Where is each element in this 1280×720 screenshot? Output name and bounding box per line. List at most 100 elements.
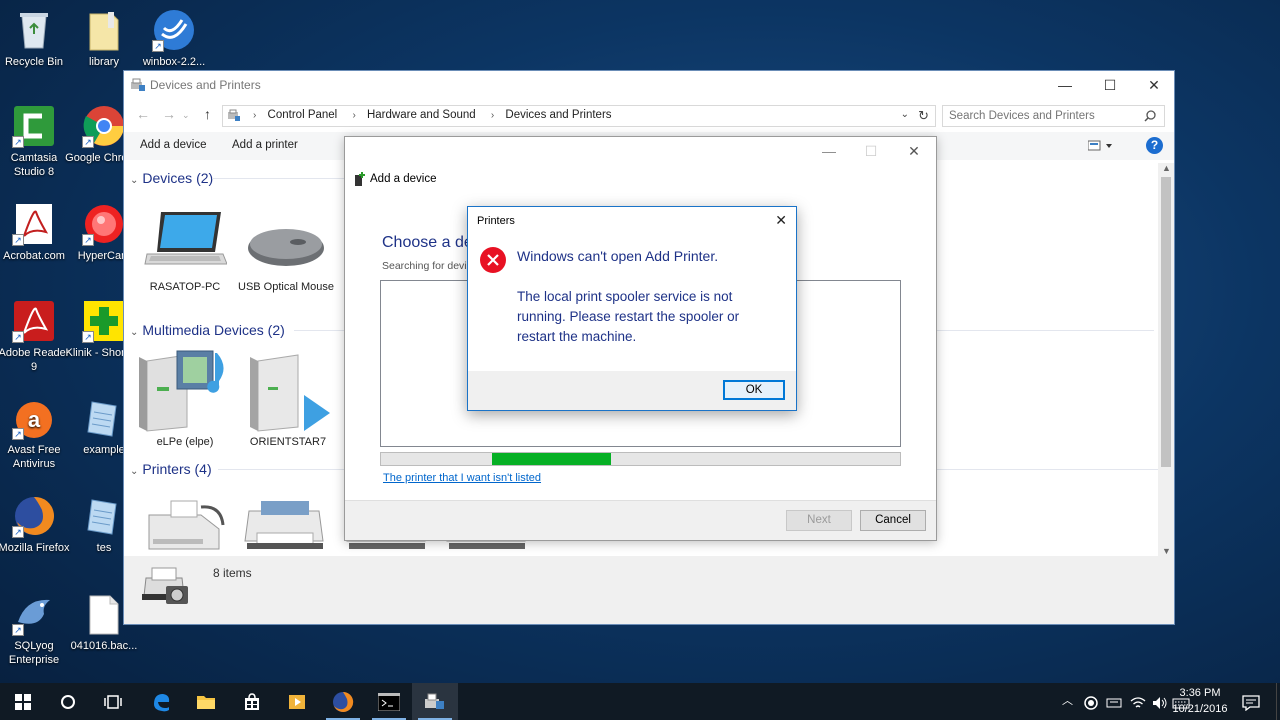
add-printer-button[interactable]: Add a printer [232, 139, 298, 151]
wifi-icon[interactable] [1130, 683, 1146, 720]
desktop-icon-adobe-reader[interactable]: ↗ Adobe Reader 9 [0, 299, 74, 374]
task-view-button[interactable] [90, 683, 136, 720]
breadcrumb-control-panel[interactable]: Control Panel [268, 109, 338, 121]
taskbar-devices-and-printers[interactable] [412, 683, 458, 720]
printer-2[interactable] [240, 495, 336, 565]
start-button[interactable] [0, 683, 46, 720]
up-arrow-icon[interactable]: ↑ [204, 106, 211, 122]
scroll-up-icon[interactable]: ▲ [1162, 163, 1171, 173]
device-label: eLPe (elpe) [156, 436, 214, 448]
group-header-printers[interactable]: ⌄ Printers (4) [130, 461, 212, 477]
network-device-icon[interactable] [1106, 683, 1122, 720]
scroll-down-icon[interactable]: ▼ [1162, 546, 1171, 556]
desktop-icon-label: Camtasia Studio 8 [10, 152, 58, 178]
acrobat-icon: ↗ [12, 202, 56, 246]
taskbar-command-prompt[interactable] [366, 683, 412, 720]
clock-time: 3:36 PM [1179, 687, 1221, 699]
search-box[interactable] [942, 105, 1165, 127]
desktop-icon-recycle-bin[interactable]: Recycle Bin [0, 8, 74, 69]
device-label: RASATOP-PC [149, 281, 221, 293]
address-bar[interactable]: › Control Panel › Hardware and Sound › D… [222, 105, 936, 127]
add-device-button[interactable]: Add a device [140, 139, 207, 151]
printer-fax[interactable] [138, 495, 234, 565]
refresh-icon[interactable]: ↻ [918, 108, 929, 124]
add-device-icon [353, 171, 367, 190]
device-usb-optical-mouse[interactable]: USB Optical Mouse [238, 206, 334, 294]
search-progress-bar [380, 452, 901, 466]
group-header-devices[interactable]: ⌄ Devices (2) [130, 170, 213, 186]
wizard-footer: Next Cancel [345, 500, 936, 540]
taskbar-store[interactable] [229, 683, 275, 720]
close-button[interactable]: ✕ [1132, 71, 1176, 99]
chevron-down-icon[interactable]: ⌄ [901, 109, 909, 120]
printers-error-dialog: Printers ✕ Windows can't open Add Printe… [467, 206, 797, 411]
chevron-down-icon: ⌄ [130, 327, 139, 338]
desktop-icon-sqlyog[interactable]: ↗ SQLyog Enterprise [0, 592, 74, 667]
device-label: USB Optical Mouse [238, 281, 334, 293]
details-pane: 8 items [124, 556, 1174, 624]
desktop-icon-winbox[interactable]: ↗ winbox-2.2... [134, 8, 214, 69]
back-arrow-icon[interactable]: ← [136, 106, 150, 122]
taskbar-media-player[interactable] [274, 683, 320, 720]
close-button[interactable]: ✕ [892, 137, 936, 165]
volume-icon[interactable] [1152, 683, 1168, 720]
devices-printers-icon [425, 693, 444, 709]
desktop-icon-acrobat[interactable]: ↗ Acrobat.com [0, 202, 74, 263]
camtasia-icon: ↗ [12, 104, 56, 148]
desktop-icon-label: library [89, 56, 119, 68]
maximize-button[interactable]: ☐ [1088, 71, 1132, 99]
command-prompt-icon [378, 692, 400, 711]
chevron-down-icon: ⌄ [130, 466, 139, 477]
breadcrumb-devices-and-printers[interactable]: Devices and Printers [505, 109, 611, 121]
svg-text:a: a [28, 407, 41, 432]
taskbar-firefox[interactable] [320, 683, 366, 720]
vertical-scrollbar[interactable]: ▲ ▼ [1158, 163, 1174, 556]
clock[interactable]: 3:36 PM 10/21/2016 [1170, 685, 1230, 717]
recent-locations-icon[interactable]: ⌄ [182, 110, 190, 121]
error-detail-text: The local print spooler service is not r… [517, 289, 740, 344]
breadcrumb-hardware-and-sound[interactable]: Hardware and Sound [367, 109, 476, 121]
minimize-button[interactable]: — [1043, 71, 1087, 99]
devices-printers-icon [130, 78, 146, 95]
show-desktop-button[interactable] [1276, 683, 1280, 720]
device-orientstar7[interactable]: ORIENTSTAR7 [240, 347, 336, 449]
cancel-button[interactable]: Cancel [860, 510, 926, 531]
show-hidden-icons-chevron-icon[interactable]: ︿ [1062, 683, 1073, 720]
help-icon[interactable]: ? [1146, 137, 1163, 154]
group-header-multimedia-devices[interactable]: ⌄ Multimedia Devices (2) [130, 322, 285, 338]
search-input[interactable] [943, 106, 1133, 126]
view-options-icon[interactable] [1087, 140, 1114, 155]
adobe-reader-icon: ↗ [12, 299, 56, 343]
desktop-icon-avast[interactable]: a ↗ Avast Free Antivirus [0, 396, 74, 471]
recycle-bin-icon [12, 8, 56, 52]
document-icon [82, 494, 126, 538]
forward-arrow-icon[interactable]: → [162, 106, 176, 122]
printer-icon [244, 501, 324, 549]
record-icon[interactable] [1084, 683, 1098, 720]
store-icon [245, 692, 259, 710]
desktop-icon-firefox[interactable]: ↗ Mozilla Firefox [0, 494, 74, 555]
search-button[interactable] [45, 683, 91, 720]
window-titlebar[interactable]: Devices and Printers — ☐ ✕ [124, 71, 1174, 100]
chrome-icon: ↗ [82, 104, 126, 148]
taskbar-edge[interactable] [138, 683, 184, 720]
wizard-title: Add a device [370, 173, 437, 185]
desktop-icon-label: winbox-2.2... [142, 56, 206, 68]
printer-not-listed-link[interactable]: The printer that I want isn't listed [383, 472, 541, 484]
firefox-icon [333, 691, 354, 712]
desktop-icon-camtasia[interactable]: ↗ Camtasia Studio 8 [0, 104, 74, 179]
close-button[interactable]: ✕ [775, 212, 787, 229]
device-rasatop-pc[interactable]: RASATOP-PC [137, 206, 233, 294]
avast-icon: a ↗ [12, 396, 56, 440]
device-elpe[interactable]: eLPe (elpe) [137, 347, 233, 449]
media-renderer-icon [240, 347, 336, 435]
minimize-button[interactable]: — [807, 137, 851, 165]
taskbar-file-explorer[interactable] [183, 683, 229, 720]
ok-button[interactable]: OK [723, 380, 785, 400]
action-center-icon[interactable] [1242, 683, 1260, 720]
wizard-subheading: Searching for devi [382, 260, 467, 272]
file-icon [82, 592, 126, 636]
desktop-icon-library[interactable]: library [64, 8, 144, 69]
scrollbar-thumb[interactable] [1161, 177, 1171, 467]
media-player-icon [289, 694, 305, 709]
